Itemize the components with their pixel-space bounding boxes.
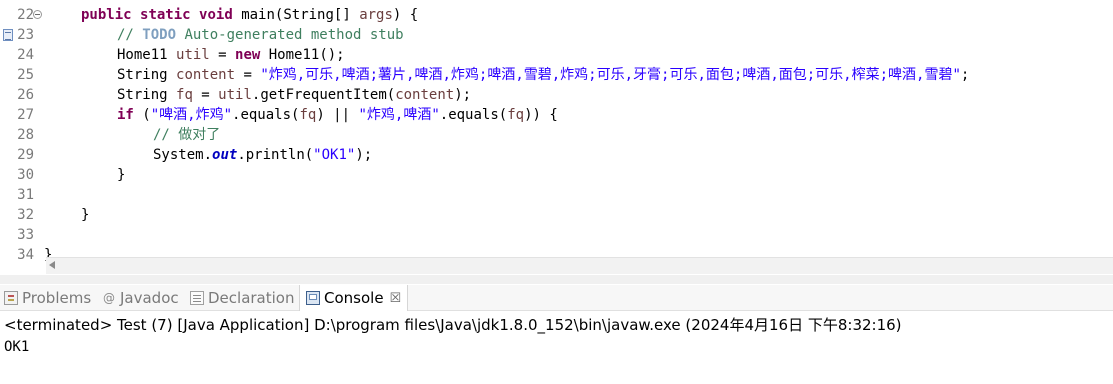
declaration-icon (190, 290, 204, 305)
code-text: System.out.println("OK1"); (153, 147, 373, 163)
line-number: 30 (17, 167, 34, 183)
tab-label: Problems (22, 288, 92, 307)
line-number: 26 (17, 87, 34, 103)
code-line: 28 // 做对了 (0, 125, 1113, 145)
code-text: String content = "炸鸡,可乐,啤酒;薯片,啤酒,炸鸡;啤酒,雪… (117, 67, 970, 83)
line-number: 23 (17, 27, 34, 43)
tab-label: Declaration (208, 288, 295, 307)
code-text: } (81, 207, 90, 223)
line-number: 31 (17, 187, 34, 203)
line-number: 28 (17, 127, 34, 143)
close-icon[interactable]: ☒ (390, 291, 402, 306)
code-editor[interactable]: 22 public static void main(String[] args… (0, 0, 1113, 275)
line-number: 29 (17, 147, 34, 163)
code-line: 33 (0, 225, 1113, 245)
tab-declaration[interactable]: Declaration (190, 285, 294, 310)
code-text: if ("啤酒,炸鸡".equals(fq) || "炸鸡,啤酒".equals… (117, 107, 558, 123)
line-number: 32 (17, 207, 34, 223)
code-line: 26 String fq = util.getFrequentItem(cont… (0, 85, 1113, 105)
line-number: 34 (17, 247, 34, 263)
line-number: 33 (17, 227, 34, 243)
tab-javadoc[interactable]: @ Javadoc (102, 285, 179, 310)
tab-console[interactable]: Console ☒ (299, 285, 409, 311)
line-number: 25 (17, 67, 34, 83)
line-number: 22 (17, 7, 34, 23)
line-number: 24 (17, 47, 34, 63)
panel-divider[interactable] (0, 275, 1113, 284)
tab-label: Javadoc (120, 288, 179, 307)
views-tab-bar: Problems @ Javadoc Declaration Console ☒ (0, 285, 1113, 311)
code-line: 32 } (0, 205, 1113, 225)
code-line: 25 String content = "炸鸡,可乐,啤酒;薯片,啤酒,炸鸡;啤… (0, 65, 1113, 85)
javadoc-icon: @ (103, 290, 115, 305)
code-text: public static void main(String[] args) { (81, 7, 419, 23)
code-line: 29 System.out.println("OK1"); (0, 145, 1113, 165)
code-text: } (117, 167, 126, 183)
fold-collapse-icon[interactable] (33, 10, 42, 19)
tab-problems[interactable]: Problems (4, 285, 91, 310)
console-status: <terminated> Test (7) [Java Application]… (4, 316, 902, 334)
console-icon (306, 291, 320, 305)
code-line: 31 (0, 185, 1113, 205)
code-line: 30 } (0, 165, 1113, 185)
console-output: OK1 (4, 339, 30, 355)
line-number: 27 (17, 107, 34, 123)
code-line: 22 public static void main(String[] args… (0, 5, 1113, 25)
code-line: 23 // TODO Auto-generated method stub (0, 25, 1113, 45)
code-line: 27 if ("啤酒,炸鸡".equals(fq) || "炸鸡,啤酒".equ… (0, 105, 1113, 125)
code-text: // TODO Auto-generated method stub (117, 27, 404, 43)
horizontal-scrollbar[interactable] (46, 257, 1113, 274)
code-line: 24 Home11 util = new Home11(); (0, 45, 1113, 65)
scroll-left-arrow-icon[interactable] (49, 261, 55, 269)
code-text: Home11 util = new Home11(); (117, 47, 345, 63)
tab-label: Console (324, 289, 384, 307)
bottom-views-panel: Problems @ Javadoc Declaration Console ☒… (0, 275, 1113, 384)
code-text: String fq = util.getFrequentItem(content… (117, 87, 472, 103)
code-text: // 做对了 (153, 127, 221, 143)
problems-icon (4, 290, 18, 305)
